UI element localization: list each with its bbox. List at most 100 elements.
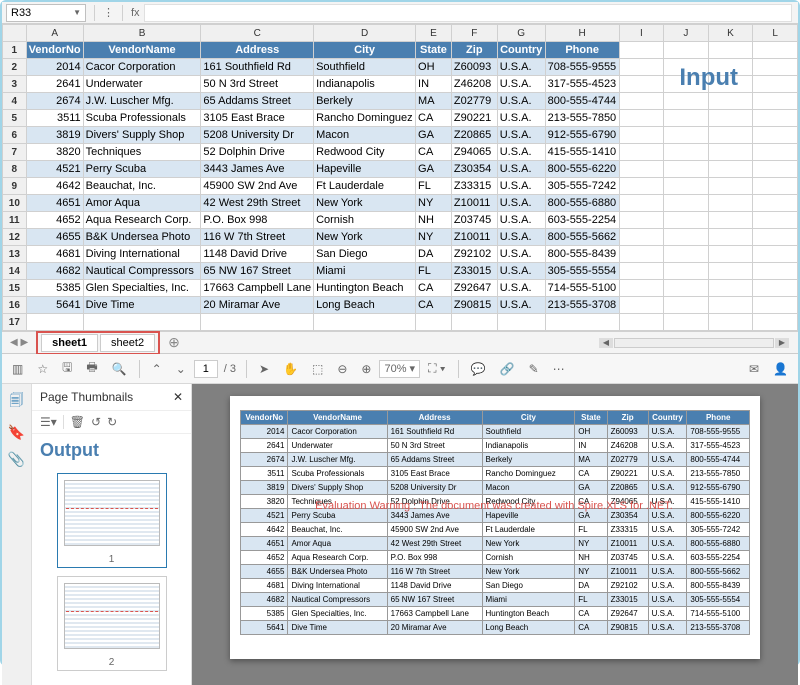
rotate-ccw-icon[interactable]: ↺ xyxy=(91,415,101,429)
comment-icon[interactable]: 💬 xyxy=(465,358,492,380)
cell[interactable]: 45900 SW 2nd Ave xyxy=(201,178,314,195)
cell[interactable] xyxy=(664,144,709,161)
cell[interactable] xyxy=(708,297,753,314)
close-icon[interactable]: ✕ xyxy=(173,390,183,404)
cell[interactable]: 52 Dolphin Drive xyxy=(201,144,314,161)
expand-icon[interactable]: ⋮ xyxy=(99,6,118,19)
cell[interactable]: Z90815 xyxy=(451,297,497,314)
cell[interactable]: 800-555-6880 xyxy=(545,195,619,212)
cell[interactable] xyxy=(753,144,798,161)
cell[interactable]: Z10011 xyxy=(451,195,497,212)
cell[interactable]: 305-555-5554 xyxy=(545,263,619,280)
pointer-icon[interactable]: ➤ xyxy=(253,358,275,380)
col-head[interactable]: A xyxy=(26,25,83,42)
cell[interactable]: Z02779 xyxy=(451,93,497,110)
bookmark-icon[interactable]: 🔖 xyxy=(8,424,25,441)
page-number-input[interactable] xyxy=(194,360,218,378)
cell[interactable]: New York xyxy=(314,229,416,246)
rotate-cw-icon[interactable]: ↻ xyxy=(107,415,117,429)
scroll-left-icon[interactable]: ◀ xyxy=(599,338,613,348)
cell[interactable] xyxy=(753,212,798,229)
thumbnails-icon[interactable]: 🗐 xyxy=(10,390,24,414)
cell[interactable] xyxy=(664,93,709,110)
cell[interactable] xyxy=(201,314,314,331)
cell[interactable]: 3819 xyxy=(26,127,83,144)
cell[interactable]: Long Beach xyxy=(314,297,416,314)
fit-icon[interactable]: ⛶ ▾ xyxy=(422,357,452,380)
cell[interactable]: Z46208 xyxy=(451,76,497,93)
tab-nav-prev[interactable]: ◀ ▶ xyxy=(2,337,36,348)
cell[interactable]: Miami xyxy=(314,263,416,280)
cell[interactable] xyxy=(664,161,709,178)
name-box[interactable]: R33 ▼ xyxy=(6,4,86,22)
col-head[interactable]: E xyxy=(416,25,452,42)
cell[interactable]: CA xyxy=(416,280,452,297)
cell[interactable]: 4652 xyxy=(26,212,83,229)
row-head[interactable]: 17 xyxy=(3,314,27,331)
page-down-icon[interactable]: ⌄ xyxy=(170,358,192,380)
cell[interactable] xyxy=(619,246,663,263)
cell[interactable]: Southfield xyxy=(314,59,416,76)
cell[interactable]: B&K Undersea Photo xyxy=(83,229,201,246)
cell[interactable] xyxy=(753,297,798,314)
cell[interactable]: Glen Specialties, Inc. xyxy=(83,280,201,297)
cell[interactable]: 603-555-2254 xyxy=(545,212,619,229)
cell[interactable]: 4681 xyxy=(26,246,83,263)
scroll-track[interactable] xyxy=(614,338,774,348)
cell[interactable]: Z20865 xyxy=(451,127,497,144)
cell[interactable] xyxy=(664,229,709,246)
cell[interactable] xyxy=(753,110,798,127)
cell[interactable]: 65 Addams Street xyxy=(201,93,314,110)
edit-icon[interactable]: ✎ xyxy=(523,358,545,380)
cell[interactable]: New York xyxy=(314,195,416,212)
cell[interactable] xyxy=(708,229,753,246)
cell[interactable]: NY xyxy=(416,229,452,246)
link-icon[interactable]: 🔗 xyxy=(494,358,521,380)
select-icon[interactable]: ⬚ xyxy=(306,358,329,380)
scroll-right-icon[interactable]: ▶ xyxy=(775,338,789,348)
cell[interactable]: Z92647 xyxy=(451,280,497,297)
cell[interactable]: Divers' Supply Shop xyxy=(83,127,201,144)
cell[interactable]: P.O. Box 998 xyxy=(201,212,314,229)
cell[interactable] xyxy=(416,314,452,331)
row-head[interactable]: 16 xyxy=(3,297,27,314)
col-head[interactable]: B xyxy=(83,25,201,42)
cell[interactable]: 5385 xyxy=(26,280,83,297)
cell[interactable]: 20 Miramar Ave xyxy=(201,297,314,314)
zoom-in-icon[interactable]: ⊕ xyxy=(355,358,377,380)
row-head[interactable]: 11 xyxy=(3,212,27,229)
cell[interactable] xyxy=(708,195,753,212)
cell[interactable]: U.S.A. xyxy=(497,229,545,246)
cell[interactable] xyxy=(619,195,663,212)
cell[interactable] xyxy=(664,212,709,229)
cell[interactable]: Z33015 xyxy=(451,263,497,280)
row-head[interactable]: 3 xyxy=(3,76,27,93)
cell[interactable]: U.S.A. xyxy=(497,280,545,297)
cell[interactable] xyxy=(708,110,753,127)
col-head[interactable]: J xyxy=(664,25,709,42)
cell[interactable] xyxy=(753,229,798,246)
cell[interactable] xyxy=(753,161,798,178)
cell[interactable] xyxy=(619,42,663,59)
cell[interactable]: U.S.A. xyxy=(497,246,545,263)
cell[interactable] xyxy=(708,161,753,178)
cell[interactable]: FL xyxy=(416,263,452,280)
cell[interactable]: Underwater xyxy=(83,76,201,93)
save-icon[interactable]: 🖫 xyxy=(56,354,78,383)
cell[interactable]: Beauchat, Inc. xyxy=(83,178,201,195)
row-head[interactable]: 15 xyxy=(3,280,27,297)
cell[interactable]: Z94065 xyxy=(451,144,497,161)
cell[interactable] xyxy=(753,93,798,110)
cell[interactable]: Cornish xyxy=(314,212,416,229)
cell[interactable] xyxy=(708,263,753,280)
cell[interactable] xyxy=(619,178,663,195)
cell[interactable] xyxy=(708,144,753,161)
cell[interactable] xyxy=(619,263,663,280)
cell[interactable]: Z92102 xyxy=(451,246,497,263)
cell[interactable] xyxy=(708,280,753,297)
cell[interactable]: Z33315 xyxy=(451,178,497,195)
cell[interactable]: U.S.A. xyxy=(497,195,545,212)
sidebar-toggle-icon[interactable]: ▥ xyxy=(6,358,29,380)
search-icon[interactable]: 🔍 xyxy=(106,358,133,380)
cell[interactable] xyxy=(664,195,709,212)
